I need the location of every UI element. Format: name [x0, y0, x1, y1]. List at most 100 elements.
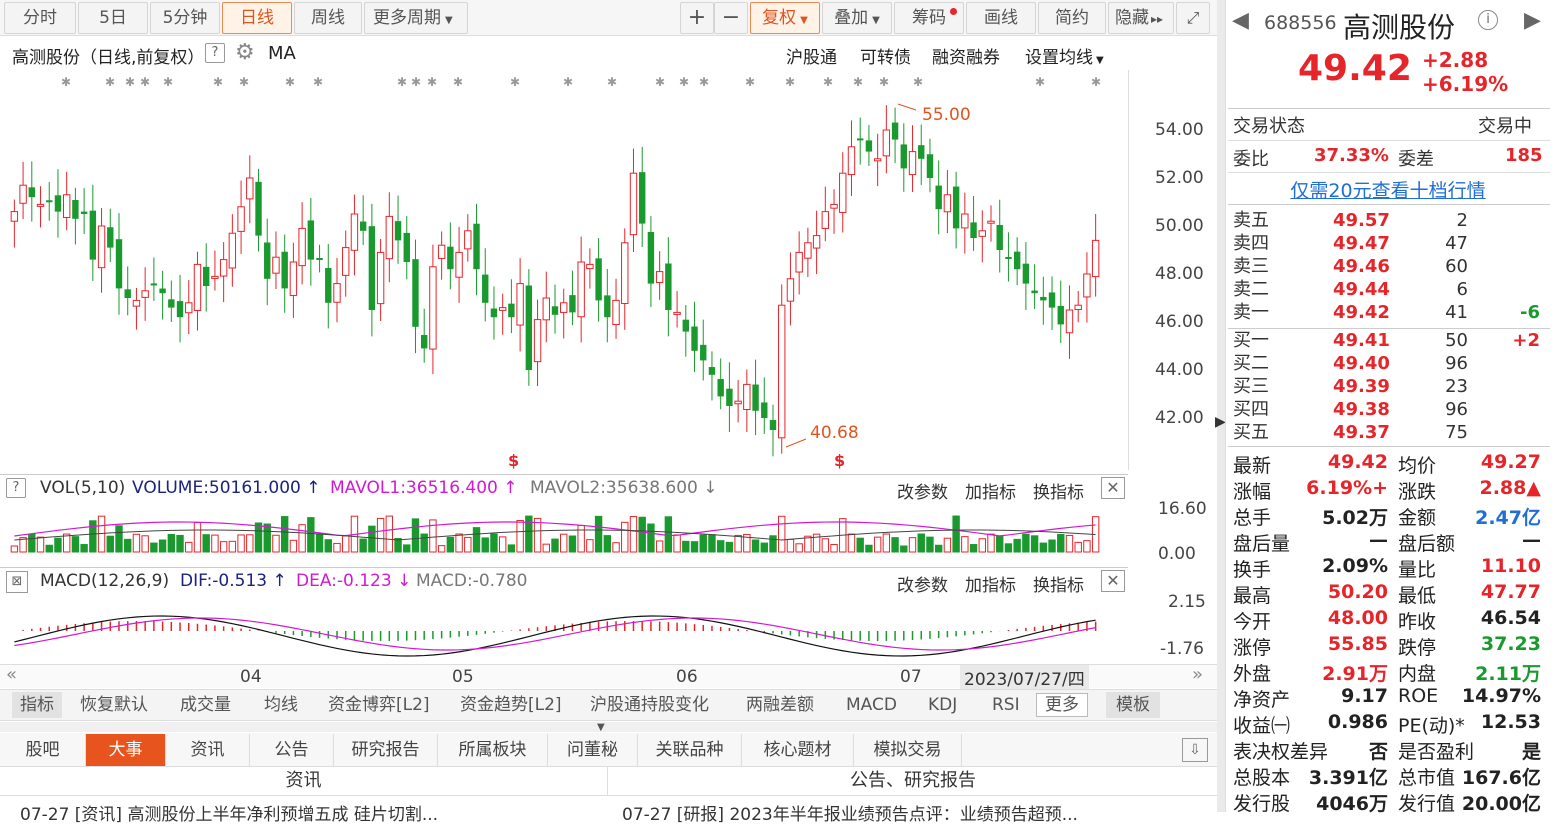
zoom-in-button[interactable]: + [680, 2, 714, 34]
help-button[interactable]: ? [205, 43, 225, 63]
macd-axis-tick: 2.15 [1168, 592, 1206, 612]
candle-body [325, 267, 332, 303]
macd-add-indicator[interactable]: 加指标 [965, 571, 1016, 596]
tab-kdj[interactable]: KDJ [928, 692, 957, 718]
tab-indicator[interactable]: 指标 [12, 692, 62, 718]
news-tab-guba[interactable]: 股吧 [0, 734, 86, 766]
news-tab-ask-secretary[interactable]: 问董秘 [548, 734, 638, 766]
volume-bar [507, 544, 516, 553]
tab-volume[interactable]: 成交量 [180, 692, 231, 718]
scroll-left-icon[interactable]: « [6, 664, 17, 685]
news-item[interactable]: 07-27 [资讯] 高测股份上半年净利预增五成 硅片切割... [20, 800, 600, 825]
candle-body [595, 258, 602, 301]
vol-help-button[interactable]: ? [6, 478, 26, 498]
candle-body [255, 181, 262, 236]
sell-level-row[interactable]: 卖五 49.57 2 [1233, 209, 1540, 232]
event-icon: ✱ [453, 75, 463, 89]
hide-button[interactable]: 隐藏 ▸▸ [1108, 2, 1174, 34]
set-ma-dropdown[interactable]: 设置均线 ▼ [1025, 43, 1104, 68]
period-fenshi[interactable]: 分时 [4, 2, 76, 34]
event-marker-icon[interactable]: $ [508, 451, 519, 470]
sell-level-row[interactable]: 卖三 49.46 60 [1233, 255, 1540, 278]
tab-fund-trend[interactable]: 资金趋势[L2] [460, 692, 562, 718]
tab-rsi[interactable]: RSI [992, 692, 1020, 718]
level-volume: 75 [1445, 422, 1468, 443]
chips-button[interactable]: 筹码 [894, 2, 964, 34]
close-icon[interactable]: ✕ [1101, 570, 1125, 592]
export-icon[interactable]: ⇩ [1182, 738, 1208, 762]
tab-template[interactable]: 模板 [1106, 692, 1160, 718]
report-item[interactable]: 07-27 [研报] 2023年半年报业绩预告点评：业绩预告超预... [622, 800, 1202, 825]
volume-bar [219, 541, 228, 553]
sell-level-row[interactable]: 卖二 49.44 6 [1233, 278, 1540, 301]
tab-macd[interactable]: MACD [846, 692, 897, 718]
zoom-out-button[interactable]: − [714, 2, 748, 34]
period-daily[interactable]: 日线 [222, 2, 292, 34]
buy-level-row[interactable]: 买一 49.41 50 +2 [1233, 329, 1540, 352]
level-delta: +2 [1512, 330, 1540, 351]
macd-switch-indicator[interactable]: 换指标 [1033, 571, 1084, 596]
volume-bar [542, 543, 550, 553]
fuquan-dropdown[interactable]: 复权 ▼ [750, 2, 820, 34]
splitter[interactable] [0, 722, 1217, 732]
buy-level-row[interactable]: 买三 49.39 23 [1233, 375, 1540, 398]
simple-mode-button[interactable]: 简约 [1038, 2, 1106, 34]
gear-icon[interactable]: ⚙ [235, 40, 255, 65]
candle-body [1040, 296, 1047, 301]
candle-body [403, 232, 410, 262]
tab-margin-diff[interactable]: 两融差额 [746, 692, 814, 718]
level2-promo-link[interactable]: 仅需20元查看十档行情 [1228, 176, 1548, 203]
news-tab-sector[interactable]: 所属板块 [438, 734, 548, 766]
buy-level-row[interactable]: 买五 49.37 75 [1233, 421, 1540, 444]
stat-label: 是否盈利 [1398, 741, 1475, 763]
tab-more[interactable]: 更多 [1036, 693, 1088, 717]
period-5min[interactable]: 5分钟 [150, 2, 220, 34]
news-tab-announce[interactable]: 公告 [250, 734, 334, 766]
tab-restore-default[interactable]: 恢复默认 [80, 692, 148, 718]
next-stock-icon[interactable]: ▶ [1524, 8, 1541, 33]
macd-edit-params[interactable]: 改参数 [897, 571, 948, 596]
candle-body [141, 290, 149, 298]
period-weekly[interactable]: 周线 [294, 2, 362, 34]
buy-level-row[interactable]: 买二 49.40 96 [1233, 352, 1540, 375]
link-convertible-bond[interactable]: 可转债 [860, 43, 911, 68]
volume-bar [952, 515, 960, 553]
collapse-handle-icon[interactable]: ▼ [597, 722, 605, 733]
event-icon: ✱ [510, 75, 520, 89]
event-icon: ✱ [61, 75, 71, 89]
stat-label: 表决权差异 [1233, 741, 1329, 763]
event-icon: ✱ [563, 75, 573, 89]
news-tab-research[interactable]: 研究报告 [334, 734, 438, 766]
overlay-dropdown[interactable]: 叠加 ▼ [822, 2, 892, 34]
divider [0, 567, 1128, 568]
tab-fund-game[interactable]: 资金博弈[L2] [328, 692, 430, 718]
prev-stock-icon[interactable]: ◀ [1232, 8, 1249, 33]
tab-ma[interactable]: 均线 [264, 692, 298, 718]
stat-label: 盘后额 [1398, 533, 1456, 555]
sell-level-row[interactable]: 卖四 49.47 47 [1233, 232, 1540, 255]
tab-hugutong-holding[interactable]: 沪股通持股变化 [590, 692, 709, 718]
draw-line-button[interactable]: 画线 [966, 2, 1036, 34]
vol-switch-indicator[interactable]: 换指标 [1033, 478, 1084, 503]
panel-splitter[interactable] [1217, 0, 1225, 812]
news-tab-info[interactable]: 资讯 [166, 734, 250, 766]
news-tab-related[interactable]: 关联品种 [638, 734, 742, 766]
buy-level-row[interactable]: 买四 49.38 96 [1233, 398, 1540, 421]
news-tab-events[interactable]: 大事 [86, 734, 166, 766]
close-icon[interactable]: ✕ [1101, 477, 1125, 499]
lock-icon[interactable]: ⊠ [6, 571, 28, 593]
event-marker-icon[interactable]: $ [834, 451, 845, 470]
fullscreen-button[interactable]: ⤢ [1176, 2, 1210, 34]
period-5day[interactable]: 5日 [78, 2, 148, 34]
link-margin-trading[interactable]: 融资融券 [932, 43, 1000, 68]
sell-level-row[interactable]: 卖一 49.42 41 -6 [1233, 301, 1540, 324]
vol-edit-params[interactable]: 改参数 [897, 478, 948, 503]
info-icon[interactable]: i [1478, 10, 1498, 30]
period-more-dropdown[interactable]: 更多周期 ▼ [364, 2, 468, 34]
link-hugutong[interactable]: 沪股通 [786, 43, 837, 68]
scroll-right-icon[interactable]: » [1192, 664, 1203, 685]
news-tab-core-theme[interactable]: 核心题材 [742, 734, 854, 766]
news-tab-simulated-trade[interactable]: 模拟交易 [854, 734, 962, 766]
vol-add-indicator[interactable]: 加指标 [965, 478, 1016, 503]
price-tick: 42.00 [1155, 408, 1204, 428]
